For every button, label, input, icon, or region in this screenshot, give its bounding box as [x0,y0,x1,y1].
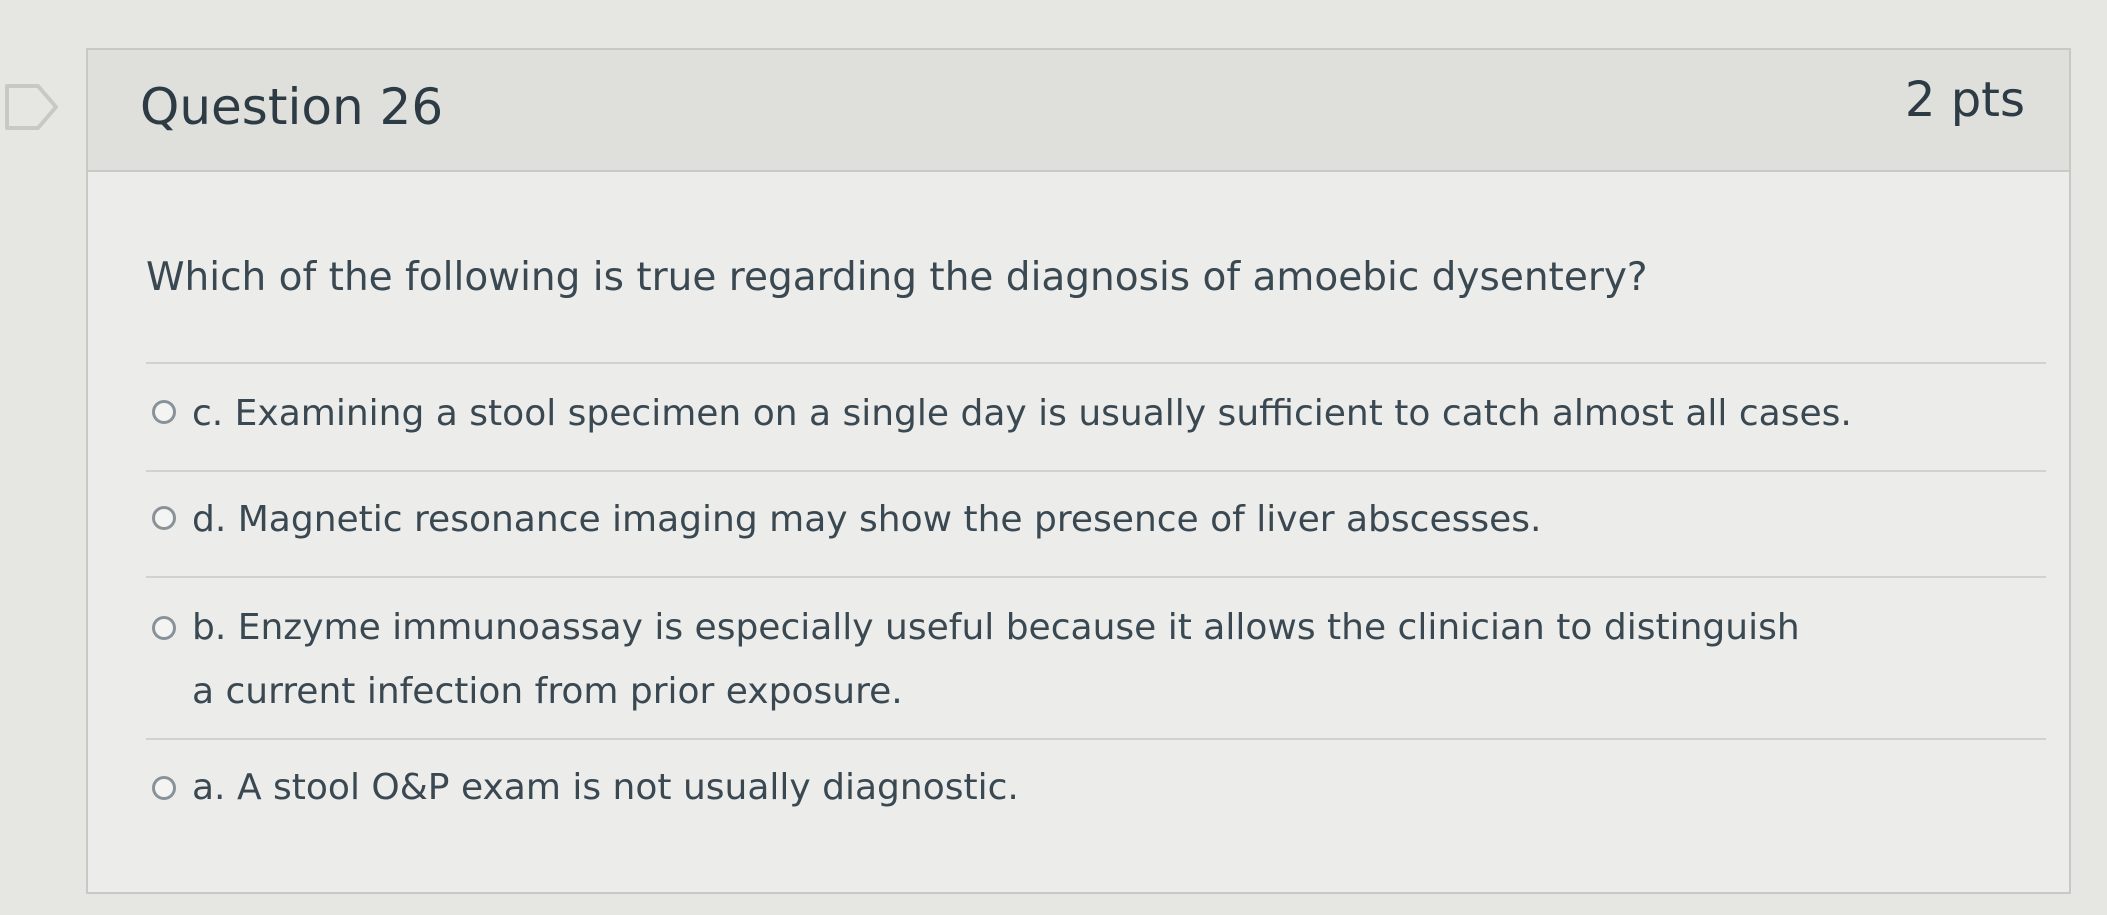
radio-button-icon[interactable] [152,506,176,530]
question-header: Question 26 2 pts [88,50,2069,172]
answer-divider [146,576,2046,578]
question-card: Question 26 2 pts Which of the following… [86,48,2071,894]
question-text: Which of the following is true regarding… [146,255,1648,300]
radio-button-icon[interactable] [152,616,176,640]
answer-label: d. Magnetic resonance imaging may show t… [192,499,1542,540]
answer-label: b. Enzyme immunoassay is especially usef… [192,607,1800,712]
radio-button-icon[interactable] [152,400,176,424]
question-title: Question 26 [140,78,444,136]
answer-label: a. A stool O&P exam is not usually diagn… [192,767,1019,808]
answer-option-d[interactable]: d. Magnetic resonance imaging may show t… [148,486,2038,556]
answer-divider [146,470,2046,472]
answer-divider [146,362,2046,364]
radio-button-icon[interactable] [152,776,176,800]
answer-option-b[interactable]: b. Enzyme immunoassay is especially usef… [148,592,2038,732]
answer-option-c[interactable]: c. Examining a stool specimen on a singl… [148,380,2038,450]
answer-option-a[interactable]: a. A stool O&P exam is not usually diagn… [148,754,2038,824]
flag-question-icon[interactable] [4,82,60,132]
answer-label: c. Examining a stool specimen on a singl… [192,393,1852,434]
answer-divider [146,738,2046,740]
question-points: 2 pts [1904,72,2025,128]
